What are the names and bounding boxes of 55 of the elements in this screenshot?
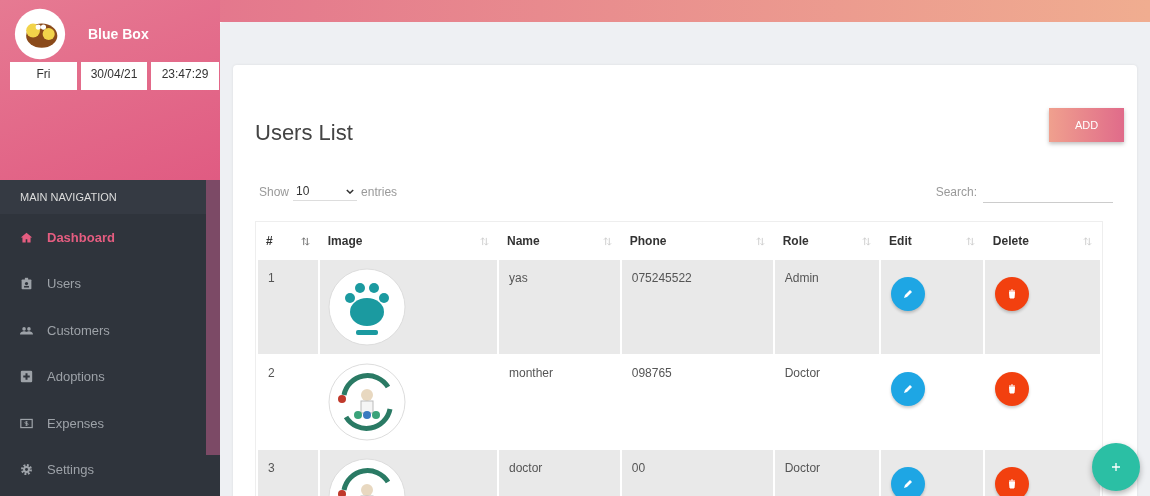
brand-name: Blue Box — [88, 26, 149, 42]
nav-item[interactable]: Adoptions — [0, 353, 186, 400]
sort-arrows-icon — [755, 236, 765, 246]
plus-square-icon — [20, 370, 33, 384]
edit-button[interactable] — [891, 277, 926, 311]
nav-item[interactable]: Users — [0, 260, 186, 307]
search-label: Search: — [935, 184, 977, 199]
table-cell: yas — [499, 260, 620, 355]
table-cell: Doctor — [774, 450, 880, 496]
nav-item[interactable]: Customers — [0, 307, 186, 354]
table-cell: doctor — [499, 450, 620, 496]
column-header[interactable]: Phone — [621, 222, 773, 260]
day-label: Fri — [10, 62, 77, 90]
entries-label: entries — [361, 184, 398, 199]
table-cell: 00 — [621, 450, 773, 496]
date-label: 30/04/21 — [81, 62, 147, 90]
sort-arrows-icon — [602, 236, 612, 246]
table-cell: 3 — [258, 450, 318, 496]
sort-arrows-icon — [1083, 236, 1092, 246]
plus-icon — [1111, 462, 1121, 472]
table-cell: Admin — [774, 260, 880, 355]
column-header[interactable]: Image — [319, 222, 497, 260]
column-header[interactable]: Name — [499, 222, 620, 260]
sort-arrows-icon — [480, 236, 489, 246]
page-size-select[interactable]: 10 — [293, 182, 358, 201]
table-cell: 1 — [258, 260, 318, 355]
column-header[interactable]: Edit — [881, 222, 983, 260]
column-header[interactable]: # — [258, 222, 318, 260]
sort-arrows-icon — [862, 236, 872, 246]
sort-arrows-icon — [300, 236, 310, 246]
edit-button[interactable] — [891, 467, 926, 496]
delete-button[interactable] — [994, 372, 1029, 406]
home-icon — [20, 230, 33, 244]
chevron-down-icon — [346, 188, 355, 194]
column-header[interactable]: Delete — [984, 222, 1100, 260]
gear-icon — [20, 463, 33, 477]
delete-button[interactable] — [994, 467, 1029, 496]
pencil-icon — [902, 478, 915, 490]
pencil-icon — [902, 288, 915, 300]
edit-button[interactable] — [891, 372, 926, 406]
column-header[interactable]: Role — [774, 222, 880, 260]
table-cell: 075245522 — [621, 260, 773, 355]
delete-button[interactable] — [994, 277, 1029, 311]
time-label: 23:47:29 — [151, 62, 219, 90]
page-title: Users List — [255, 120, 353, 146]
nav-item[interactable]: Settings — [0, 446, 186, 493]
sort-arrows-icon — [965, 236, 975, 246]
circular-arrows-logo-icon — [327, 363, 406, 441]
nav-item[interactable]: Expenses — [0, 400, 186, 447]
id-badge-icon — [20, 277, 33, 291]
pencil-icon — [902, 383, 915, 395]
banknote-icon — [20, 416, 33, 430]
show-label: Show — [259, 184, 290, 199]
nav-item[interactable]: Dashboard — [0, 214, 186, 261]
paw-logo-icon — [327, 268, 406, 346]
